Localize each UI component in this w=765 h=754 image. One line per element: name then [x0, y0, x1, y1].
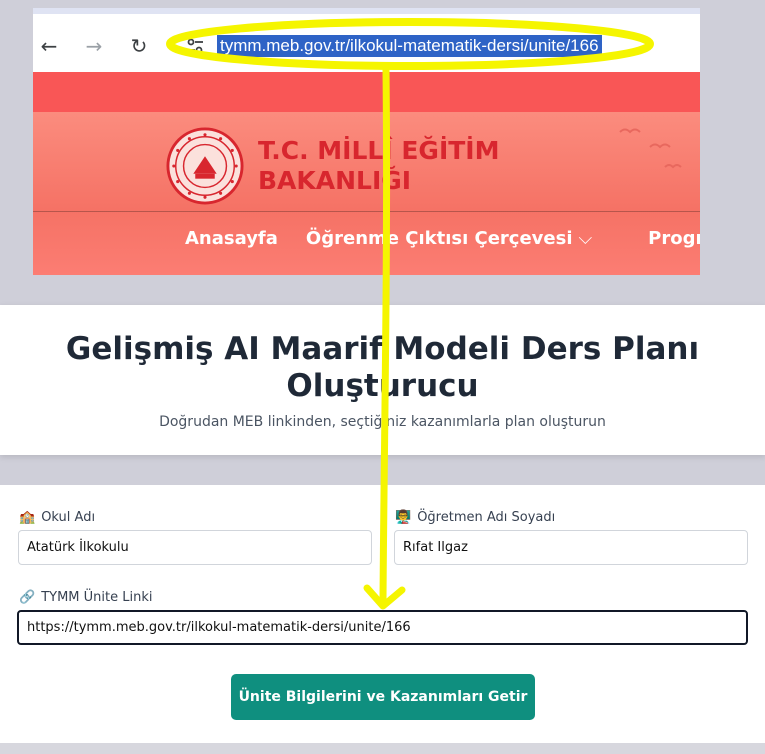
- browser-navbar: ← → ↻ tymm.meb.gov.tr/ilkokul-matematik-…: [33, 14, 700, 78]
- ministry-name-line1: T.C. MİLLÎ EĞİTİM: [258, 136, 500, 165]
- address-bar[interactable]: tymm.meb.gov.tr/ilkokul-matematik-dersi/…: [171, 27, 700, 65]
- back-arrow-icon[interactable]: ←: [37, 34, 61, 58]
- chevron-down-icon: ⌵: [578, 228, 593, 249]
- bottom-band: [0, 743, 765, 754]
- forward-arrow-icon[interactable]: →: [82, 34, 106, 58]
- link-label: 🔗 TYMM Ünite Linki: [19, 590, 152, 605]
- menu-item-learning-outcomes[interactable]: Öğrenme Çıktısı Çerçevesi ⌵: [306, 228, 620, 249]
- browser-screenshot: ← → ↻ tymm.meb.gov.tr/ilkokul-matematik-…: [33, 8, 700, 275]
- page-title-line2: Oluşturucu: [286, 368, 479, 404]
- page-title: Gelişmiş AI Maarif Modeli Ders Planı Olu…: [0, 331, 765, 405]
- school-icon: 🏫: [19, 510, 36, 525]
- header-divider: [33, 211, 700, 212]
- page-title-line1: Gelişmiş AI Maarif Modeli Ders Planı: [65, 331, 700, 367]
- title-card: Gelişmiş AI Maarif Modeli Ders Planı Olu…: [0, 305, 765, 455]
- teacher-label-text: Öğretmen Adı Soyadı: [417, 510, 556, 525]
- menu-item-programs[interactable]: Programlar Arası: [648, 228, 700, 249]
- link-icon: 🔗: [19, 590, 36, 605]
- ministry-name-line2: BAKANLIĞI: [258, 166, 412, 195]
- menu-item-learning-outcomes-label: Öğrenme Çıktısı Çerçevesi: [305, 228, 573, 249]
- school-input[interactable]: Atatürk İlkokulu: [18, 530, 372, 565]
- link-label-text: TYMM Ünite Linki: [41, 590, 153, 605]
- site-settings-icon[interactable]: [185, 36, 205, 56]
- reload-icon[interactable]: ↻: [127, 34, 151, 58]
- site-header: T.C. MİLLÎ EĞİTİM BAKANLIĞI Anasayfa Öğre…: [33, 112, 700, 275]
- teacher-icon: 👨‍🏫: [395, 510, 412, 525]
- site-menu: Anasayfa Öğrenme Çıktısı Çerçevesi⌵ Progra…: [185, 228, 700, 249]
- menu-item-home[interactable]: Anasayfa: [185, 228, 278, 249]
- site-top-band: [33, 72, 700, 112]
- ministry-name[interactable]: T.C. MİLLÎ EĞİTİM BAKANLIĞI: [258, 136, 499, 196]
- teacher-label: 👨‍🏫 Öğretmen Adı Soyadı: [395, 510, 555, 525]
- page-subtitle: Doğrudan MEB linkinden, seçtiğiniz kazan…: [159, 414, 606, 430]
- birds-decoration-icon: [619, 128, 682, 169]
- ministry-seal-icon: [166, 127, 244, 205]
- form-card: 🏫 Okul Adı Atatürk İlkokulu 👨‍🏫 Öğretmen A…: [0, 485, 765, 743]
- school-label: 🏫 Okul Adı: [19, 510, 95, 525]
- teacher-input[interactable]: Rıfat Ilgaz: [394, 530, 748, 565]
- fetch-unit-button[interactable]: Ünite Bilgilerini ve Kazanımları Getir: [231, 674, 535, 720]
- school-label-text: Okul Adı: [41, 510, 96, 525]
- url-text[interactable]: tymm.meb.gov.tr/ilkokul-matematik-dersi/…: [217, 35, 602, 57]
- unit-link-input[interactable]: https://tymm.meb.gov.tr/ilkokul-matemati…: [17, 610, 748, 645]
